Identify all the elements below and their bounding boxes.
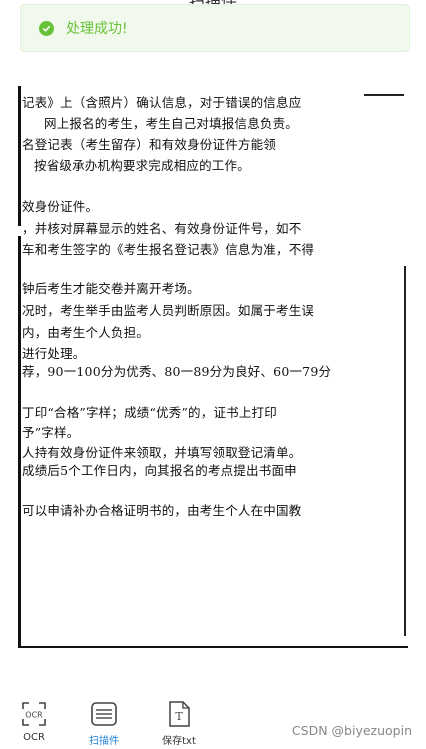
bottom-tabbar: OCR OCR 扫描件 T 保存txt CSDN @biyezuopin [0, 690, 426, 749]
scan-edge [18, 646, 408, 648]
doc-line: 记表》上（含照片）确认信息，对于错误的信息应 [22, 95, 302, 110]
doc-line: 予”字样。 [22, 425, 80, 440]
check-circle-icon [39, 20, 54, 36]
ocr-icon-text: OCR [25, 711, 43, 720]
scanned-document: 记表》上（含照片）确认信息，对于错误的信息应 网上报名的考生，考生自己对填报信息… [18, 86, 408, 648]
doc-line: 丁印“合格”字样；成绩“优秀”的，证书上打印 [22, 405, 277, 420]
doc-line: 名登记表（考生留存）和有效身份证件方能领 [22, 137, 277, 152]
scan-mark [364, 94, 404, 96]
doc-line: 荐，90一100分为优秀、80一89分为良好、60一79分 [22, 364, 332, 379]
ocr-scan-icon: OCR [20, 700, 48, 728]
tab-ocr[interactable]: OCR OCR [4, 700, 64, 743]
doc-line: 人持有效身份证件来领取，并填写领取登记清单。 [22, 445, 302, 460]
doc-line: 可以申请补办合格证明书的，由考生个人在中国教 [22, 503, 302, 518]
scan-edge [18, 86, 21, 226]
doc-line: 况时，考生举手由监考人员判断原因。如属于考生误 [22, 303, 315, 318]
doc-line: 进行处理。 [22, 346, 86, 361]
watermark: CSDN @biyezuopin [291, 723, 412, 738]
tab-save-txt-label: 保存txt [162, 736, 196, 747]
file-icon-text: T [175, 710, 183, 723]
doc-line: 车和考生签字的《考生报名登记表》信息为准，不得 [22, 242, 315, 257]
success-toast: 处理成功! [20, 4, 410, 52]
scan-edge [18, 236, 21, 648]
doc-line: 钟后考生才能交卷并离开考场。 [22, 281, 200, 296]
doc-line: 网上报名的考生，考生自己对填报信息负责。 [44, 116, 299, 131]
tab-scan[interactable]: 扫描件 [74, 700, 134, 747]
tab-scan-label: 扫描件 [89, 736, 119, 747]
text-file-icon: T [165, 700, 193, 728]
doc-line: 内，由考生个人负担。 [22, 325, 150, 340]
tab-save-txt[interactable]: T 保存txt [149, 700, 209, 747]
doc-line: 成绩后5个工作日内，向其报名的考点提出书面申 [22, 463, 297, 478]
doc-line: 效身份证件。 [22, 199, 99, 214]
doc-line: ，并核对屏幕显示的姓名、有效身份证件号，如不 [22, 221, 302, 236]
doc-line: 按省级承办机构要求完成相应的工作。 [34, 158, 250, 173]
scanner-icon [90, 700, 118, 728]
tab-ocr-label: OCR [23, 732, 45, 743]
scan-edge [404, 266, 406, 636]
toast-message: 处理成功! [66, 21, 128, 37]
